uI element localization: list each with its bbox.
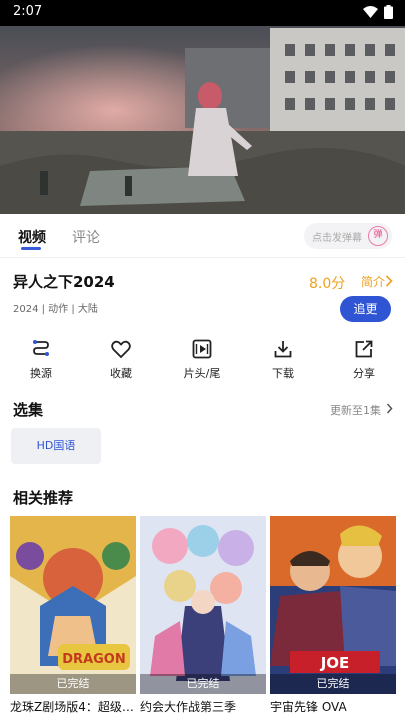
status-time: 2:07 xyxy=(13,4,43,19)
card-title: 宇宙先锋 OVA xyxy=(270,700,347,714)
battery-icon xyxy=(384,5,393,19)
poster-image: DRAGON 已完结 xyxy=(10,516,136,694)
wifi-icon xyxy=(363,6,378,18)
action-label: 收藏 xyxy=(110,367,132,380)
tab-comments[interactable]: 评论 xyxy=(72,227,100,247)
share-icon xyxy=(355,340,373,358)
share-button[interactable]: 分享 xyxy=(334,338,394,381)
show-meta: 2024 | 动作 | 大陆 xyxy=(13,304,98,315)
tab-active-indicator xyxy=(21,247,41,250)
status-badge: 已完结 xyxy=(10,674,136,694)
poster-artwork: JOE xyxy=(270,516,396,694)
svg-text:JOE: JOE xyxy=(320,654,350,672)
poster-image: JOE 已完结 xyxy=(270,516,396,694)
card-title: 龙珠Z剧场版4：超级赛亚人 xyxy=(10,700,136,714)
content-tabs: 视频 评论 点击发弹幕 弹 xyxy=(0,214,405,258)
episodes-update-link[interactable]: 更新至1集 xyxy=(330,402,381,418)
video-frame xyxy=(0,26,405,214)
switch-source-button[interactable]: 换源 xyxy=(11,338,71,381)
poster-image: 已完结 xyxy=(140,516,266,694)
favorite-button[interactable]: 收藏 xyxy=(91,338,151,381)
related-card[interactable]: 已完结 约会大作战第三季 xyxy=(140,516,266,715)
action-label: 下载 xyxy=(272,367,294,380)
status-badge: 已完结 xyxy=(270,674,396,694)
skip-intro-outro-button[interactable]: 片头/尾 xyxy=(172,338,232,381)
show-score: 8.0分 xyxy=(309,276,346,292)
danmaku-toggle-icon[interactable]: 弹 xyxy=(368,226,388,246)
intro-link[interactable]: 简介 xyxy=(361,273,385,290)
follow-button[interactable]: 追更 xyxy=(340,296,391,322)
episode-chip[interactable]: HD国语 xyxy=(11,428,101,464)
action-label: 分享 xyxy=(353,367,375,380)
status-bar: 2:07 xyxy=(0,0,405,26)
related-card[interactable]: DRAGON 已完结 龙珠Z剧场版4：超级赛亚人 xyxy=(10,516,136,715)
poster-artwork: DRAGON xyxy=(10,516,136,694)
heart-icon xyxy=(111,340,131,359)
status-icons xyxy=(363,5,393,19)
episodes-heading: 选集 xyxy=(13,401,44,419)
action-label: 片头/尾 xyxy=(183,367,221,380)
chevron-right-icon[interactable] xyxy=(386,403,393,414)
show-title: 异人之下2024 xyxy=(13,273,115,291)
download-button[interactable]: 下载 xyxy=(253,338,313,381)
danmaku-input[interactable]: 点击发弹幕 弹 xyxy=(304,223,392,249)
tab-video[interactable]: 视频 xyxy=(18,227,46,247)
action-label: 换源 xyxy=(30,367,52,380)
svg-text:DRAGON: DRAGON xyxy=(62,652,125,667)
status-badge: 已完结 xyxy=(140,674,266,694)
chevron-right-icon[interactable] xyxy=(385,275,393,287)
video-player[interactable] xyxy=(0,26,405,214)
related-card[interactable]: JOE 已完结 宇宙先锋 OVA xyxy=(270,516,396,715)
card-title: 约会大作战第三季 xyxy=(140,700,237,714)
poster-artwork xyxy=(140,516,266,694)
play-skip-icon xyxy=(192,339,212,359)
related-heading: 相关推荐 xyxy=(13,489,74,507)
danmaku-placeholder: 点击发弹幕 xyxy=(312,233,362,244)
switch-source-icon xyxy=(33,340,49,356)
action-row: 换源 收藏 片头/尾 下载 分享 xyxy=(0,338,405,382)
download-icon xyxy=(274,341,292,358)
